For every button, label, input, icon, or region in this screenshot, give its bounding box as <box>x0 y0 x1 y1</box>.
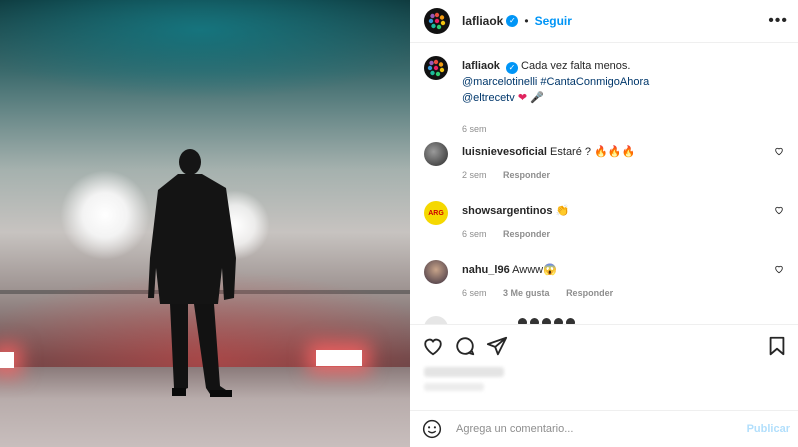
brand-logo-icon <box>427 59 445 77</box>
timestamp[interactable]: 6 sem <box>462 229 487 239</box>
timestamp[interactable]: 6 sem <box>462 288 487 298</box>
stage-spotlight-left <box>60 170 150 260</box>
like-icon[interactable] <box>422 335 444 357</box>
comment-body: Awww😱 <box>512 264 557 276</box>
avatar[interactable] <box>424 8 450 34</box>
comment-meta: 2 sem Responder <box>462 170 550 180</box>
follow-button[interactable]: Seguir <box>535 14 572 28</box>
add-comment-bar: Publicar <box>410 410 798 447</box>
comment-text: showsargentinos 👏 <box>462 203 772 219</box>
reply-button[interactable]: Responder <box>503 229 550 239</box>
comment-text: nahu_l96 Awww😱 <box>462 262 772 278</box>
comment-username[interactable]: nahu_l96 <box>462 264 510 276</box>
comment-item: nahu_l96 Awww😱 6 sem 3 Me gusta Responde… <box>424 260 784 310</box>
avatar-arg-logo: ARG <box>428 209 444 217</box>
comment-item: ARG showsargentinos 👏 6 sem Responder <box>424 201 784 251</box>
publish-button[interactable]: Publicar <box>747 423 790 435</box>
timestamp[interactable]: 2 sem <box>462 170 487 180</box>
caption: lafliaok ✓ Cada vez falta menos. @marcel… <box>424 56 784 136</box>
post-image[interactable] <box>0 0 410 447</box>
comment-item: luisnievesoficial Estaré ? 🔥🔥🔥 2 sem Res… <box>424 142 784 192</box>
comment-text: luisnievesoficial Estaré ? 🔥🔥🔥 <box>462 144 772 160</box>
separator-dot: • <box>524 14 529 28</box>
like-comment-icon[interactable] <box>774 205 784 215</box>
avatar[interactable] <box>424 316 448 324</box>
reply-button[interactable]: Responder <box>503 170 550 180</box>
avatar[interactable] <box>424 260 448 284</box>
share-icon[interactable] <box>486 335 508 357</box>
comment-body: 👏 <box>555 205 570 217</box>
caption-text: lafliaok ✓ Cada vez falta menos. @marcel… <box>462 58 772 106</box>
mention-link[interactable]: @eltrecetv <box>462 92 515 104</box>
comment-meta: 6 sem 3 Me gusta Responder <box>462 288 613 298</box>
floor-lamp <box>316 350 362 366</box>
comment-username[interactable]: showsargentinos <box>462 205 552 217</box>
timestamp[interactable]: 6 sem <box>462 124 487 134</box>
verified-badge-icon: ✓ <box>506 15 519 27</box>
comment-meta: 6 sem Responder <box>462 229 550 239</box>
verified-badge-icon: ✓ <box>505 62 518 74</box>
comment-body: Estaré ? 🔥🔥🔥 <box>550 146 636 158</box>
emoji-icon[interactable] <box>422 419 442 439</box>
brand-logo-icon <box>428 12 446 30</box>
post-username[interactable]: lafliaok <box>462 14 503 28</box>
hashtag-link[interactable]: #CantaConmigoAhora <box>540 76 649 88</box>
comment-icon[interactable] <box>454 335 476 357</box>
stage-light-teal <box>0 0 410 100</box>
comment-username[interactable]: luisnievesoficial <box>462 146 547 158</box>
like-comment-icon[interactable] <box>774 264 784 274</box>
avatar[interactable]: ARG <box>424 201 448 225</box>
post-date-blurred <box>424 383 484 391</box>
heart-emoji: ❤ <box>517 92 528 104</box>
avatar[interactable] <box>424 142 448 166</box>
bookmark-icon[interactable] <box>766 335 788 357</box>
more-options-icon[interactable]: ••• <box>768 12 788 30</box>
comment-input[interactable] <box>454 422 728 436</box>
post-actions <box>410 324 798 410</box>
reply-button[interactable]: Responder <box>566 288 613 298</box>
like-comment-icon[interactable] <box>774 146 784 156</box>
comments-section[interactable]: lafliaok ✓ Cada vez falta menos. @marcel… <box>410 44 798 324</box>
comment-item-partial <box>424 316 784 324</box>
microphone-emoji: 🎤 <box>530 92 544 104</box>
caption-meta: 6 sem <box>462 124 501 134</box>
post-header: lafliaok ✓ • Seguir ••• <box>410 0 798 43</box>
caption-body: Cada vez falta menos. <box>521 60 631 72</box>
mention-link[interactable]: @marcelotinelli <box>462 76 537 88</box>
person-silhouette <box>148 149 236 397</box>
comment-likes[interactable]: 3 Me gusta <box>503 288 550 298</box>
floor-lamp <box>0 352 14 368</box>
avatar[interactable] <box>424 56 448 80</box>
likes-count-blurred <box>424 367 504 377</box>
caption-username[interactable]: lafliaok <box>462 60 500 72</box>
